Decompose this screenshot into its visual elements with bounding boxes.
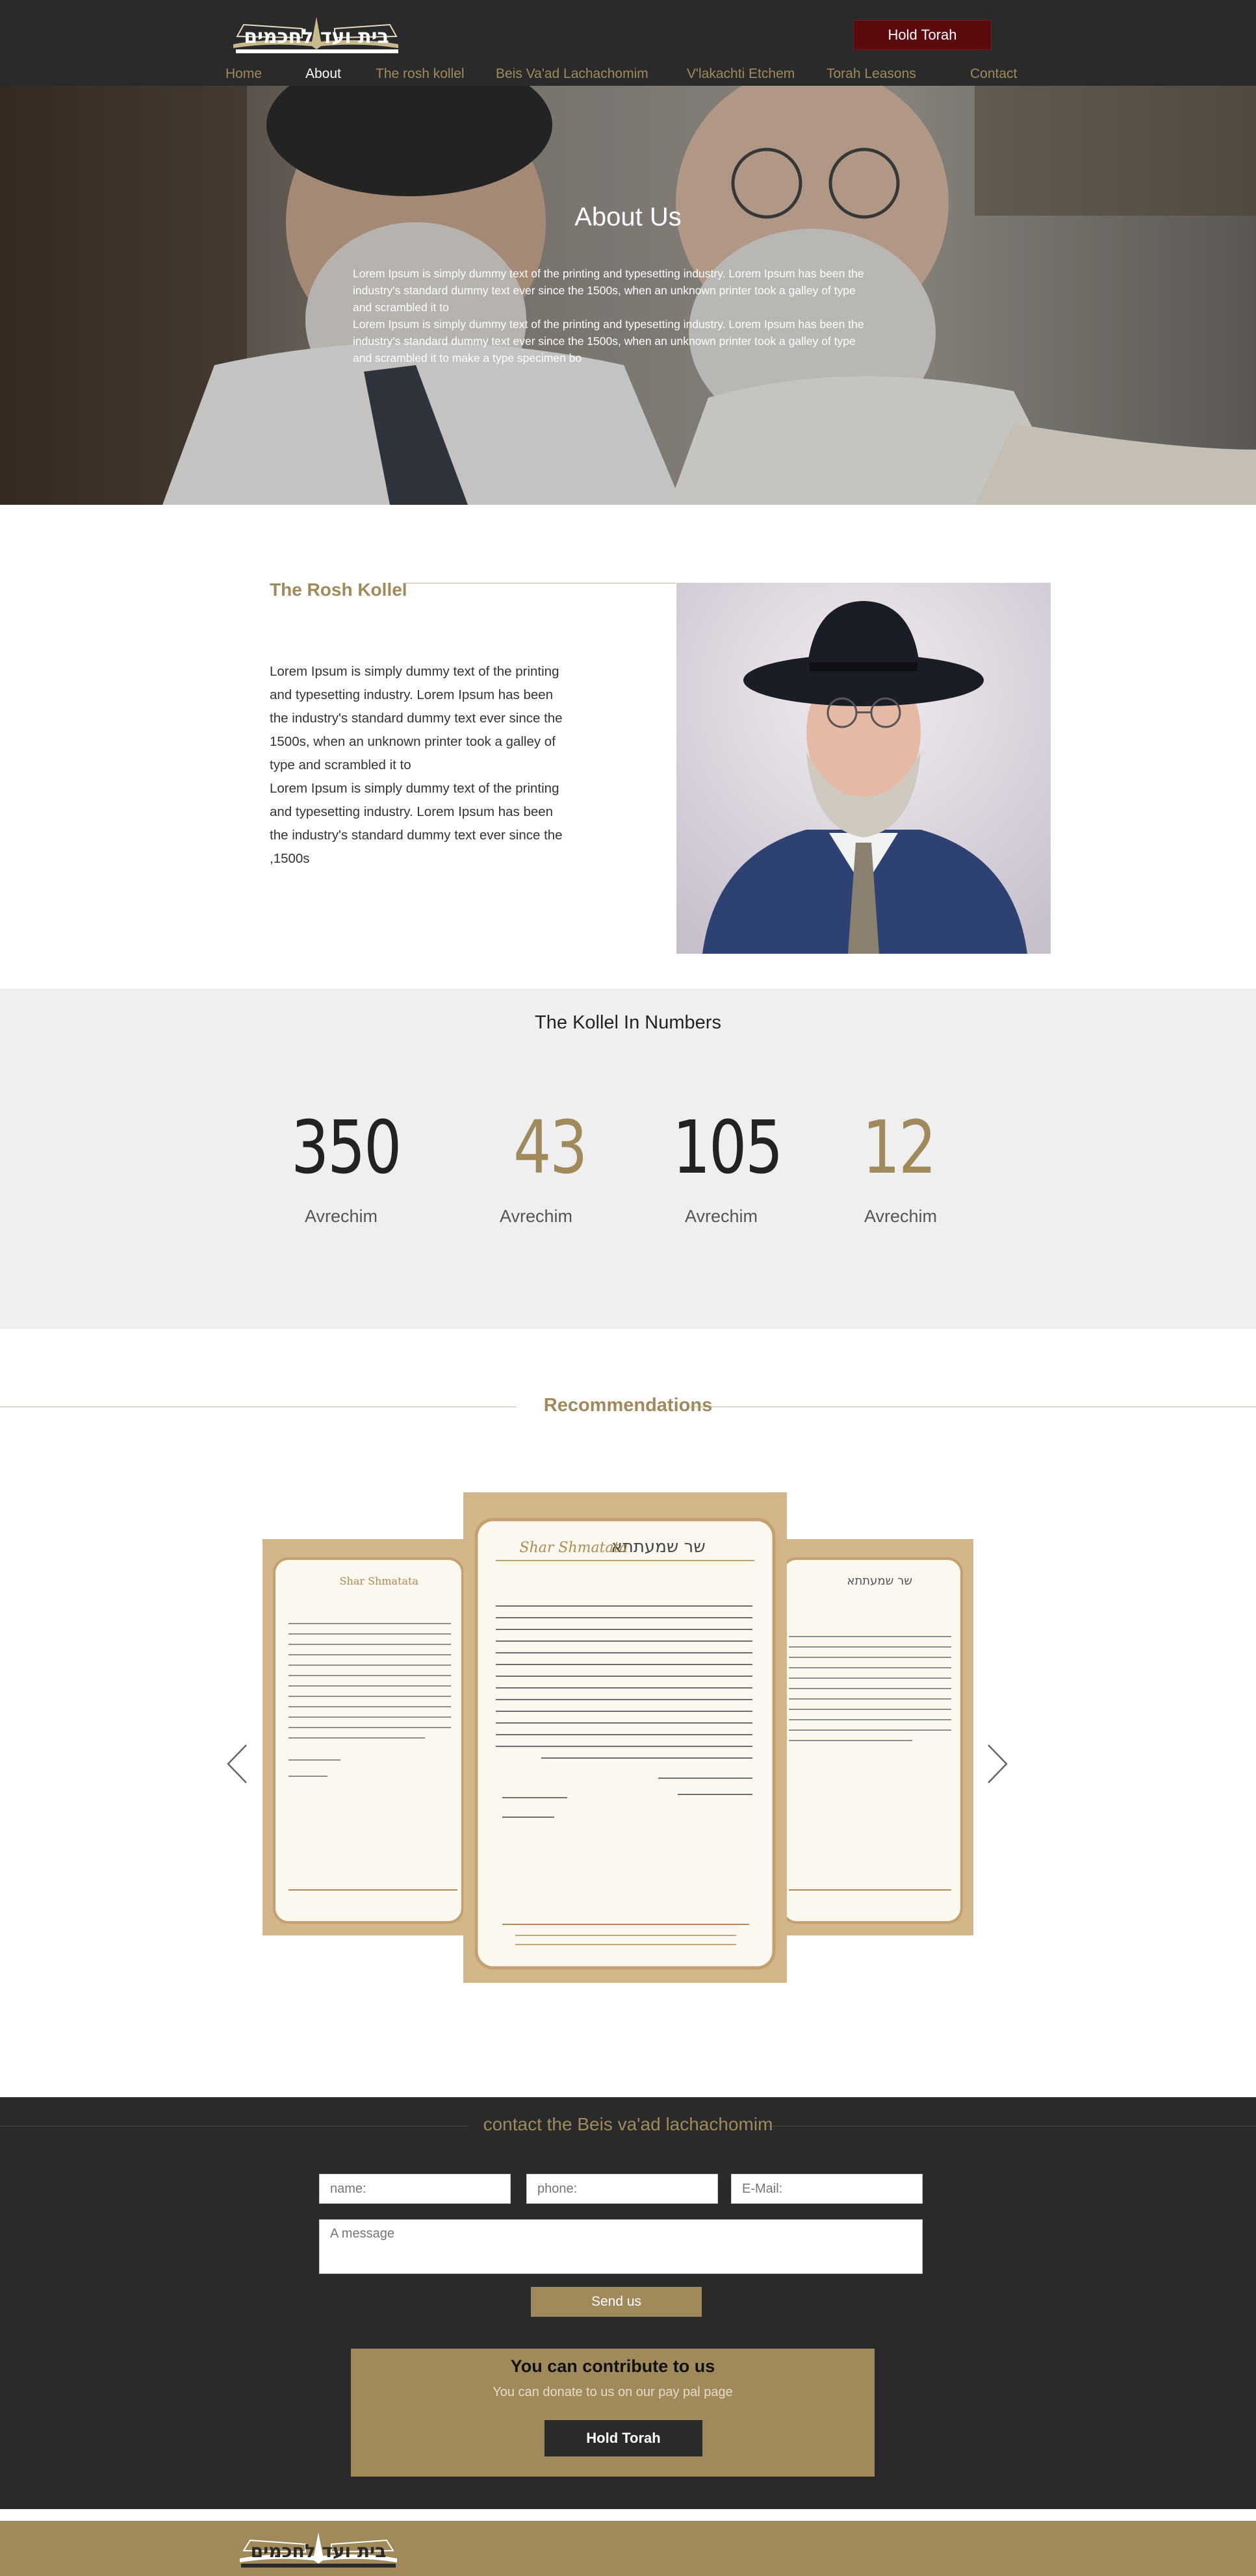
hero-text: Lorem Ipsum is simply dummy text of the … <box>353 265 873 366</box>
message-field[interactable] <box>319 2219 923 2274</box>
send-button[interactable]: Send us <box>531 2287 702 2317</box>
recommendation-letter-left[interactable]: Shar Shmatata <box>263 1539 464 1935</box>
letterhead-latin: Shar Shmatata <box>520 1540 628 1556</box>
letterhead-hebrew: שר שמעתתא <box>847 1574 912 1588</box>
nav-torah-lessons[interactable]: Torah Leasons <box>827 66 916 82</box>
donate-subtitle: You can donate to us on our pay pal page <box>493 2385 733 2399</box>
nav-rosh-kollel[interactable]: The rosh kollel <box>376 66 465 82</box>
main-nav: Home About The rosh kollel Beis Va'ad La… <box>0 66 1256 83</box>
kollel-numbers-section: The Kollel In Numbers 350 Avrechim 43 Av… <box>0 989 1256 1329</box>
hero-paragraph: Lorem Ipsum is simply dummy text of the … <box>353 267 864 314</box>
nav-contact[interactable]: Contact <box>970 66 1017 82</box>
hero-paragraph: Lorem Ipsum is simply dummy text of the … <box>353 318 864 364</box>
rosh-kollel-photo <box>676 583 1051 954</box>
nav-home[interactable]: Home <box>225 66 262 82</box>
footer-logo-text: בית ועד לחכמים <box>251 2540 387 2562</box>
site-footer: בית ועד לחכמים <box>0 2509 1256 2576</box>
recommendations-title: Recommendations <box>543 1395 713 1416</box>
stat-number: 350 <box>291 1106 402 1190</box>
recommendation-letter-center[interactable]: שר שמעתתא Shar Shmatata <box>463 1492 787 1983</box>
donate-title: You can contribute to us <box>510 2356 715 2376</box>
stat-label: Avrechim <box>684 1206 758 1226</box>
donate-box: You can contribute to us You can donate … <box>351 2349 875 2477</box>
logo-text: בית ועד לחכמים <box>244 25 389 48</box>
stat-number: 12 <box>862 1106 936 1190</box>
recommendation-letter-right[interactable]: שר שמעתתא <box>782 1539 973 1935</box>
phone-field[interactable] <box>526 2174 718 2204</box>
rosh-kollel-text: Lorem Ipsum is simply dummy text of the … <box>270 660 575 871</box>
stat-label: Avrechim <box>304 1206 378 1226</box>
rosh-kollel-title: The Rosh Kollel <box>270 580 407 600</box>
nav-about[interactable]: About <box>305 66 341 82</box>
hero-title: About Us <box>574 203 682 231</box>
contact-section: contact the Beis va'ad lachachomim Send … <box>0 2097 1256 2509</box>
hero-banner: About Us Lorem Ipsum is simply dummy tex… <box>0 86 1256 505</box>
carousel-prev-arrow[interactable] <box>224 1741 250 1787</box>
rosh-kollel-paragraph: Lorem Ipsum is simply dummy text of the … <box>270 781 563 866</box>
nav-beis-vaad[interactable]: Beis Va'ad Lachachomim <box>496 66 648 82</box>
stat-number: 105 <box>673 1106 783 1190</box>
rosh-kollel-paragraph: Lorem Ipsum is simply dummy text of the … <box>270 664 563 772</box>
letterhead-latin: Shar Shmatata <box>340 1575 419 1587</box>
numbers-title: The Kollel In Numbers <box>535 1012 721 1033</box>
stat-label: Avrechim <box>499 1206 573 1226</box>
stat-label: Avrechim <box>864 1206 938 1226</box>
email-field[interactable] <box>731 2174 923 2204</box>
contact-title: contact the Beis va'ad lachachomim <box>483 2114 773 2134</box>
stat-number: 43 <box>513 1106 587 1190</box>
carousel-next-arrow[interactable] <box>984 1741 1010 1787</box>
hold-torah-button[interactable]: Hold Torah <box>853 20 992 50</box>
donate-button[interactable]: Hold Torah <box>545 2420 702 2456</box>
site-logo[interactable]: בית ועד לחכמים <box>231 12 403 57</box>
nav-vlakachti[interactable]: V'lakachti Etchem <box>687 66 795 82</box>
name-field[interactable] <box>319 2174 511 2204</box>
site-header: בית ועד לחכמים Hold Torah Home About The… <box>0 0 1256 86</box>
footer-logo[interactable]: בית ועד לחכמים <box>237 2529 400 2570</box>
